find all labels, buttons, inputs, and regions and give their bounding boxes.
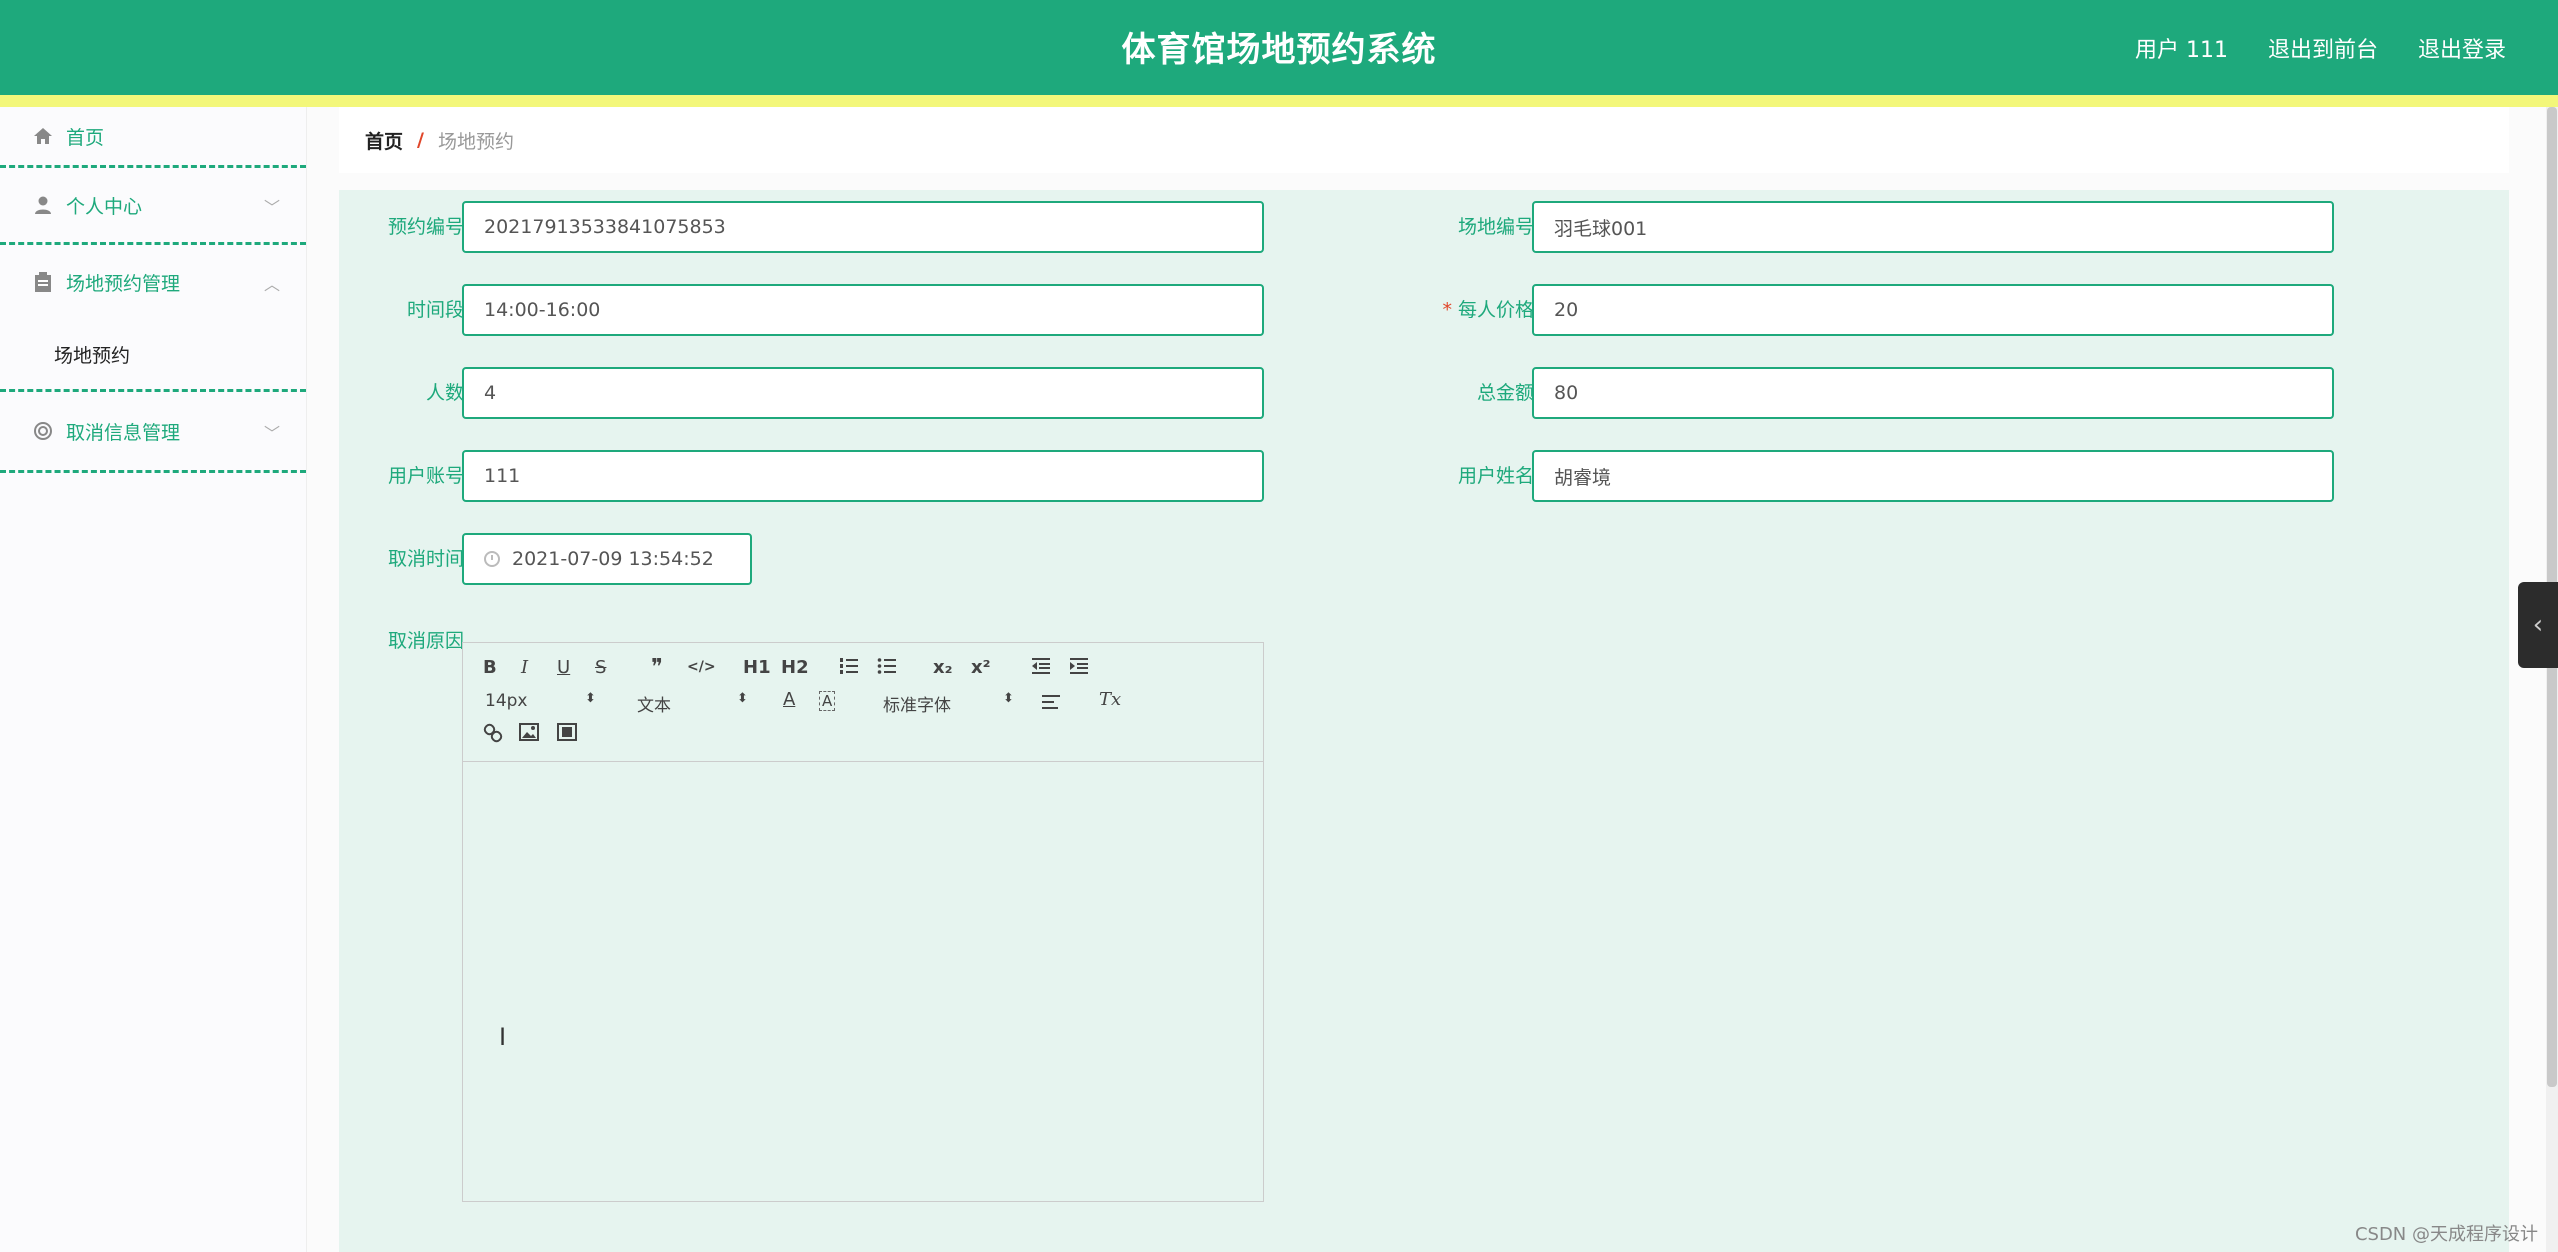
sidebar-item-label: 个人中心 xyxy=(66,195,143,218)
sidebar-divider xyxy=(0,470,306,473)
user-account-link[interactable]: 用户 111 xyxy=(2135,32,2228,64)
font-family-select[interactable]: 标准字体 ⬍ xyxy=(883,691,1014,716)
underline-button[interactable]: U xyxy=(557,657,570,678)
blockquote-button[interactable]: ❞ xyxy=(651,655,663,680)
price-label-text: 每人价格 xyxy=(1457,299,1534,321)
time-slot-label: 时间段 xyxy=(406,299,464,321)
people-field[interactable]: 4 xyxy=(462,367,1264,419)
exit-to-frontend-link[interactable]: 退出到前台 xyxy=(2268,32,2378,64)
background-color-icon[interactable]: A xyxy=(819,691,836,711)
font-color-icon[interactable]: A xyxy=(783,689,795,710)
user-name-field[interactable]: 胡睿境 xyxy=(1532,450,2334,502)
booking-form: 预约编号 20217913533841075853 场地编号 羽毛球001 时间… xyxy=(339,190,2509,1252)
sidebar-item-label: 取消信息管理 xyxy=(66,421,181,444)
text-cursor-icon: I xyxy=(499,1023,507,1051)
total-field[interactable]: 80 xyxy=(1532,367,2334,419)
strike-button[interactable]: S xyxy=(595,657,606,678)
price-field[interactable]: 20 xyxy=(1532,284,2334,336)
chevron-down-icon: ﹀ xyxy=(263,198,280,217)
outdent-icon[interactable] xyxy=(1031,657,1051,680)
total-label: 总金额 xyxy=(1476,382,1534,404)
superscript-button[interactable]: x² xyxy=(971,657,991,678)
time-slot-field[interactable]: 14:00-16:00 xyxy=(462,284,1264,336)
h2-button[interactable]: H2 xyxy=(781,657,809,678)
collapse-drawer-button[interactable]: ‹ xyxy=(2518,582,2558,668)
clipboard-icon xyxy=(32,271,54,293)
breadcrumb: 首页 / 场地预约 xyxy=(339,107,2509,173)
header-select[interactable]: 文本 ⬍ xyxy=(637,691,748,716)
cancel-time-value: 2021-07-09 13:54:52 xyxy=(512,548,714,570)
account-label: 用户账号 xyxy=(387,465,464,487)
sidebar-item-home[interactable]: 首页 xyxy=(0,107,306,165)
header-select-value: 文本 xyxy=(637,696,671,716)
main-content: 首页 / 场地预约 预约编号 20217913533841075853 场地编号… xyxy=(339,107,2509,1252)
align-icon[interactable] xyxy=(1041,693,1061,716)
logout-link[interactable]: 退出登录 xyxy=(2418,32,2506,64)
header-links: 用户 111 退出到前台 退出登录 xyxy=(2135,32,2506,64)
booking-no-label: 预约编号 xyxy=(387,216,464,238)
video-icon[interactable] xyxy=(557,723,577,746)
select-arrows-icon: ⬍ xyxy=(1003,691,1014,706)
editor-toolbar: B I U S ❞ </> H1 H2 x₂ x² 14px ⬍ 文本 ⬍ A … xyxy=(463,643,1263,762)
venue-no-field[interactable]: 羽毛球001 xyxy=(1532,201,2334,253)
breadcrumb-home[interactable]: 首页 xyxy=(365,127,403,154)
link-icon[interactable] xyxy=(483,723,503,748)
image-icon[interactable] xyxy=(519,723,539,746)
clock-icon xyxy=(484,551,500,567)
sidebar-item-cancel-mgmt[interactable]: 取消信息管理 ﹀ xyxy=(0,392,306,470)
user-name-label: 用户姓名 xyxy=(1457,465,1534,487)
breadcrumb-current: 场地预约 xyxy=(437,130,514,153)
sidebar-item-personal[interactable]: 个人中心 ﹀ xyxy=(0,168,306,242)
home-icon xyxy=(32,125,54,147)
italic-button[interactable]: I xyxy=(521,657,528,678)
sidebar-item-label: 场地预约管理 xyxy=(66,272,181,295)
breadcrumb-separator: / xyxy=(417,129,424,151)
select-arrows-icon: ⬍ xyxy=(737,691,748,706)
account-field[interactable]: 111 xyxy=(462,450,1264,502)
font-family-value: 标准字体 xyxy=(883,696,951,716)
indent-icon[interactable] xyxy=(1069,657,1089,680)
booking-no-field[interactable]: 20217913533841075853 xyxy=(462,201,1264,253)
sidebar-item-label: 首页 xyxy=(66,126,105,149)
sidebar-item-booking-mgmt[interactable]: 场地预约管理 ︿ xyxy=(0,245,306,319)
top-header: 体育馆场地预约系统 用户 111 退出到前台 退出登录 xyxy=(0,0,2558,107)
sidebar: 首页 个人中心 ﹀ 场地预约管理 ︿ 场地预约 取消信息管理 ﹀ xyxy=(0,107,307,1252)
cancel-reason-label: 取消原因 xyxy=(387,630,464,652)
page-scrollbar[interactable] xyxy=(2546,107,2558,1252)
sidebar-item-booking[interactable]: 场地预约 xyxy=(0,319,306,389)
bullet-list-icon[interactable] xyxy=(877,657,897,680)
editor-content-area[interactable]: I xyxy=(463,761,1263,1201)
cancel-time-picker[interactable]: 2021-07-09 13:54:52 xyxy=(462,533,752,585)
lifebuoy-icon xyxy=(32,420,54,442)
h1-button[interactable]: H1 xyxy=(743,657,771,678)
select-arrows-icon: ⬍ xyxy=(585,691,596,706)
chevron-up-icon: ︿ xyxy=(263,275,280,294)
chevron-left-icon: ‹ xyxy=(2532,610,2544,640)
price-label: * 每人价格 xyxy=(1394,295,1534,322)
people-label: 人数 xyxy=(425,382,464,404)
subscript-button[interactable]: x₂ xyxy=(933,657,953,678)
venue-no-label: 场地编号 xyxy=(1457,216,1534,238)
font-size-value: 14px xyxy=(485,691,528,711)
clear-format-button[interactable]: Tx xyxy=(1099,689,1121,710)
watermark: CSDN @天成程序设计 xyxy=(2354,1224,2538,1245)
ordered-list-icon[interactable] xyxy=(839,657,859,680)
user-icon xyxy=(32,194,54,216)
chevron-down-icon: ﹀ xyxy=(263,424,280,443)
font-size-select[interactable]: 14px ⬍ xyxy=(485,691,596,711)
required-mark: * xyxy=(1442,299,1452,321)
bold-button[interactable]: B xyxy=(483,657,497,678)
cancel-time-label: 取消时间 xyxy=(387,548,464,570)
rich-text-editor: B I U S ❞ </> H1 H2 x₂ x² 14px ⬍ 文本 ⬍ A … xyxy=(462,642,1264,1202)
code-block-button[interactable]: </> xyxy=(687,659,716,675)
